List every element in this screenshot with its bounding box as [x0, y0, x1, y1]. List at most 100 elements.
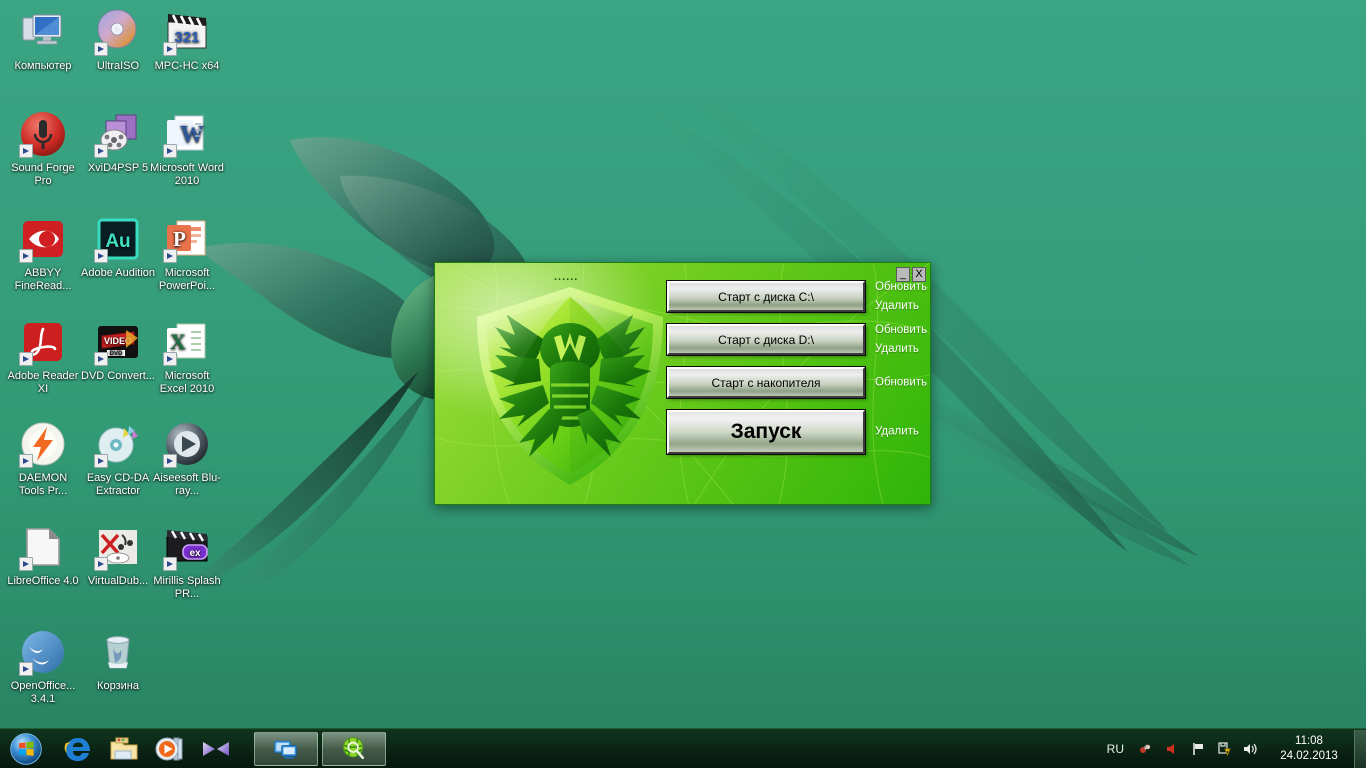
desktop-icon-abbyy[interactable]: ABBYY FineRead...: [6, 215, 80, 293]
drweb-cureit-window-button[interactable]: [322, 731, 386, 766]
desktop-icon-label: OpenOffice... 3.4.1: [10, 680, 76, 705]
desktop-icon-label: Компьютер: [14, 60, 72, 72]
start-from-disk-c-button[interactable]: Старт с диска C:\: [666, 280, 866, 313]
desktop-icon-label: Mirillis Splash PR...: [153, 575, 221, 600]
adobe-audition-icon: Au: [94, 215, 142, 263]
drweb-launcher-window[interactable]: ...... _ X Старт с диска C:\ Обновить Уд…: [434, 262, 931, 505]
media-center-icon[interactable]: [200, 733, 232, 765]
desktop-icon-libreoffice[interactable]: LibreOffice 4.0: [6, 523, 80, 588]
desktop-icon-aiseesoft[interactable]: Aiseesoft Blu-ray...: [150, 420, 224, 498]
system-tray: RU 11:08 24.02.2013: [1107, 729, 1366, 768]
shortcut-overlay-icon: [19, 249, 33, 263]
shortcut-overlay-icon: [163, 144, 177, 158]
desktop-icon-recycle-bin[interactable]: Корзина: [81, 628, 155, 693]
language-indicator[interactable]: RU: [1107, 742, 1124, 756]
svg-text:Au: Au: [105, 231, 130, 252]
svg-text:W: W: [180, 122, 204, 148]
start-button[interactable]: [4, 731, 48, 767]
svg-text:P: P: [173, 227, 186, 251]
update-link[interactable]: Обновить: [875, 321, 930, 340]
shortcut-overlay-icon: [94, 249, 108, 263]
powerpoint-icon: P: [163, 215, 211, 263]
desktop-icon-openoffice[interactable]: OpenOffice... 3.4.1: [6, 628, 80, 706]
clock-time: 11:08: [1295, 734, 1323, 747]
delete-link[interactable]: Удалить: [875, 340, 930, 359]
desktop-icon-label: Adobe Audition: [81, 267, 156, 279]
volume-icon[interactable]: [1242, 741, 1258, 757]
show-desktop-button[interactable]: [1354, 729, 1366, 768]
quick-launch-area: [62, 733, 232, 765]
drweb-spider-shield-logo: [455, 273, 685, 498]
openoffice-gulls-icon: [19, 628, 67, 676]
clock-area[interactable]: 11:08 24.02.2013: [1272, 734, 1346, 764]
internet-explorer-icon[interactable]: [62, 733, 94, 765]
desktop-icon-label: Easy CD-DA Extractor: [86, 472, 150, 497]
desktop-icon-label: DVD Convert...: [81, 370, 155, 382]
ultraiso-disc-icon: [94, 8, 142, 56]
shortcut-overlay-icon: [94, 144, 108, 158]
shortcut-overlay-icon: [94, 42, 108, 56]
desktop-icon-excel[interactable]: X Microsoft Excel 2010: [150, 318, 224, 396]
mpc-hc-clapper-icon: 321: [163, 8, 211, 56]
desktop-icon-label: Sound Forge Pro: [11, 162, 75, 187]
desktop-icon-daemon-tools[interactable]: DAEMON Tools Pr...: [6, 420, 80, 498]
desktop-icon-mirillis-splash[interactable]: ex Mirillis Splash PR...: [150, 523, 224, 601]
shortcut-overlay-icon: [19, 144, 33, 158]
desktop-icon-dvd-converter[interactable]: VIDEO DVD DVD Convert...: [81, 318, 155, 383]
virtualdub-icon: [94, 523, 142, 571]
shortcut-overlay-icon: [19, 352, 33, 366]
desktop-icon-label: XviD4PSP 5: [87, 162, 149, 174]
windows-explorer-icon[interactable]: [108, 733, 140, 765]
abbyy-eye-icon: [19, 215, 67, 263]
desktop-icon-sound-forge-pro[interactable]: Sound Forge Pro: [6, 110, 80, 188]
update-link[interactable]: Обновить: [875, 373, 930, 392]
action-row: Старт с диска D:\ Обновить Удалить: [666, 323, 927, 356]
desktop-icon-easy-cdda[interactable]: Easy CD-DA Extractor: [81, 420, 155, 498]
desktop-icon-powerpoint[interactable]: P Microsoft PowerPoi...: [150, 215, 224, 293]
delete-link[interactable]: Удалить: [875, 297, 930, 316]
clock-date: 24.02.2013: [1280, 749, 1338, 762]
daemon-tools-bolt-icon: [19, 420, 67, 468]
launch-button[interactable]: Запуск: [666, 409, 866, 455]
desktop-icon-label: DAEMON Tools Pr...: [18, 472, 68, 497]
windows-media-player-icon[interactable]: [154, 733, 186, 765]
shortcut-overlay-icon: [94, 557, 108, 571]
desktop-icon-word[interactable]: W Microsoft Word 2010: [150, 110, 224, 188]
desktop-icon-label: Корзина: [97, 680, 139, 692]
side-label-group: Обновить: [875, 373, 930, 392]
shortcut-overlay-icon: [163, 42, 177, 56]
recycle-bin-icon: [94, 628, 142, 676]
desktop-icon-label: Microsoft Word 2010: [150, 162, 224, 187]
remote-desktop-window-button[interactable]: [254, 731, 318, 766]
svg-text:ex: ex: [189, 548, 201, 559]
desktop-icon-adobe-audition[interactable]: Au Adobe Audition: [81, 215, 155, 280]
desktop[interactable]: Компьютер UltraISO 321 MPC-HC x64 Sound …: [0, 0, 1366, 768]
tray-icon-group: [1138, 741, 1258, 757]
desktop-icon-ultraiso[interactable]: UltraISO: [81, 8, 155, 73]
delete-link[interactable]: Удалить: [875, 423, 930, 442]
update-link[interactable]: Обновить: [875, 278, 930, 297]
desktop-icon-virtualdub[interactable]: VirtualDub...: [81, 523, 155, 588]
desktop-icon-computer[interactable]: Компьютер: [6, 8, 80, 73]
svg-text:321: 321: [174, 29, 199, 46]
desktop-icon-label: Aiseesoft Blu-ray...: [153, 472, 221, 497]
desktop-icon-label: MPC-HC x64: [154, 60, 220, 72]
shortcut-overlay-icon: [94, 454, 108, 468]
taskbar[interactable]: RU 11:08 24.02.2013: [0, 728, 1366, 768]
desktop-icon-xvid4psp[interactable]: XviD4PSP 5: [81, 110, 155, 175]
desktop-icon-label: ABBYY FineRead...: [14, 267, 72, 292]
desktop-icon-adobe-reader[interactable]: Adobe Reader XI: [6, 318, 80, 396]
start-from-disk-d-button[interactable]: Старт с диска D:\: [666, 323, 866, 356]
action-center-warning-icon[interactable]: [1216, 741, 1232, 757]
shortcut-overlay-icon: [94, 352, 108, 366]
side-label-group: Обновить Удалить: [875, 278, 930, 316]
excel-icon: X: [163, 318, 211, 366]
speaker-red-icon[interactable]: [1164, 741, 1180, 757]
word-icon: W: [163, 110, 211, 158]
desktop-icon-mpc-hc[interactable]: 321 MPC-HC x64: [150, 8, 224, 73]
bluetooth-devices-icon[interactable]: [1138, 741, 1154, 757]
network-flag-icon[interactable]: [1190, 741, 1206, 757]
action-row: Старт с накопителя Обновить: [666, 366, 927, 399]
start-from-drive-button[interactable]: Старт с накопителя: [666, 366, 866, 399]
easy-cdda-disc-icon: [94, 420, 142, 468]
